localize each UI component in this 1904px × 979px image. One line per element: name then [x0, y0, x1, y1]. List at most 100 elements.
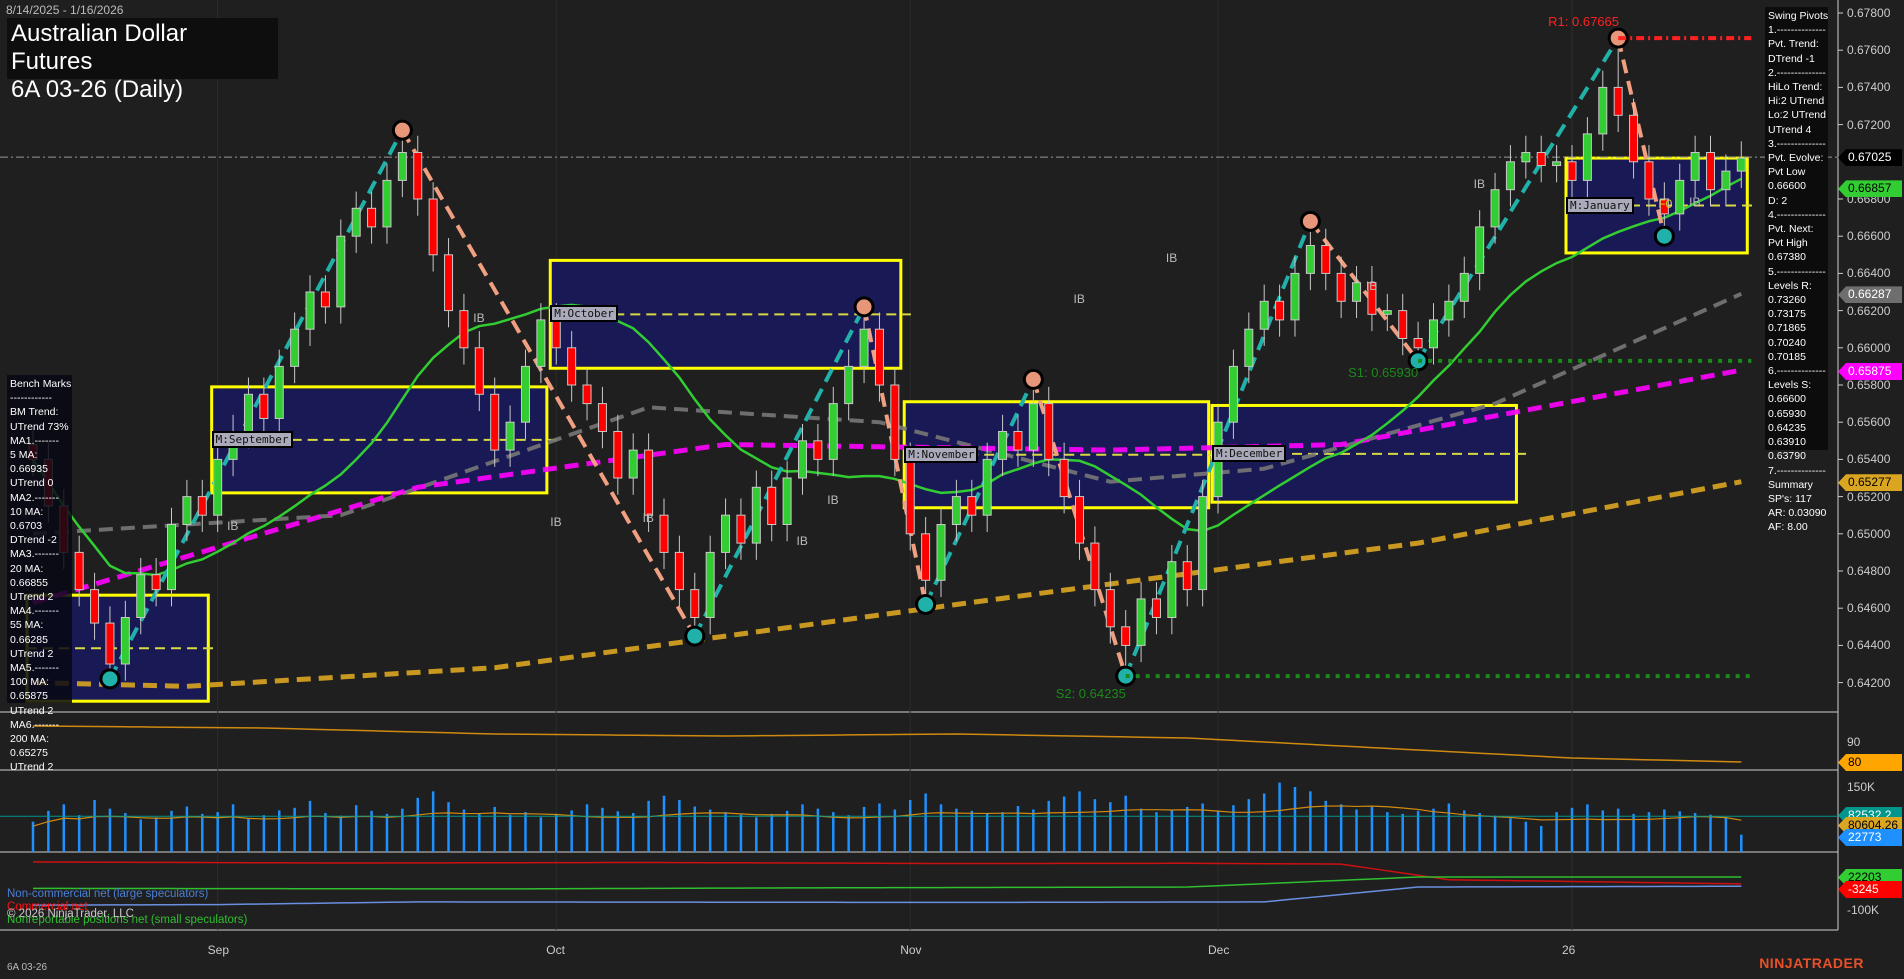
- candle-up: [1506, 162, 1514, 190]
- candle-down: [445, 255, 453, 311]
- candle-down: [1106, 590, 1114, 627]
- ib-label: IB: [1474, 177, 1485, 191]
- title-instrument: Australian Dollar Futures: [11, 20, 274, 76]
- candle-down: [321, 292, 329, 307]
- candle-down: [1630, 115, 1638, 162]
- panel-line: 0.65875: [10, 689, 69, 703]
- candle-down: [368, 208, 376, 227]
- price-tick-label: 0.66000: [1847, 341, 1890, 355]
- panel-line: MA5.-------: [10, 661, 69, 675]
- candle-up: [537, 320, 545, 367]
- price-tick-label: 0.67400: [1847, 80, 1890, 94]
- candle-down: [1322, 246, 1330, 274]
- panel-line: 0.71865: [1768, 321, 1825, 335]
- candle-up: [183, 497, 191, 525]
- candle-down: [737, 515, 745, 543]
- panel-line: 100 MA:: [10, 675, 69, 689]
- candle-down: [1276, 301, 1284, 320]
- panel-line: 6.--------------: [1768, 364, 1825, 378]
- candle-down: [106, 623, 114, 664]
- price-tick-label: 0.64600: [1847, 601, 1890, 615]
- panel-line: UTrend 4: [1768, 123, 1825, 137]
- ib-label: IB: [550, 515, 561, 529]
- moving-average-200-ma: [33, 482, 1741, 687]
- oscillator-axis-label: 90: [1847, 735, 1860, 749]
- monthly-box-label: M:December: [1212, 445, 1286, 462]
- candle-up: [860, 329, 868, 366]
- candle-down: [922, 534, 930, 581]
- oscillator-tag: 80: [1838, 754, 1902, 771]
- s2-label: S2: 0.64235: [1056, 686, 1126, 701]
- candle-down: [75, 552, 83, 589]
- candle-down: [429, 199, 437, 255]
- candle-down: [1014, 432, 1022, 451]
- candle-down: [968, 497, 976, 516]
- price-tag: 0.65277: [1838, 474, 1902, 491]
- candle-up: [629, 450, 637, 478]
- monthly-box-label: M:January: [1566, 197, 1634, 214]
- candle-down: [1337, 273, 1345, 301]
- candle-down: [460, 311, 468, 348]
- panel-line: 200 MA:: [10, 732, 69, 746]
- r1-label: R1: 0.67665: [1548, 14, 1619, 29]
- price-tick-label: 0.67600: [1847, 43, 1890, 57]
- panel-line: 20 MA:: [10, 562, 69, 576]
- price-tick-label: 0.65200: [1847, 490, 1890, 504]
- candle-up: [1599, 87, 1607, 133]
- panel-line: Hi:2 UTrend: [1768, 94, 1825, 108]
- candle-up: [706, 552, 714, 617]
- monthly-box-label: M:October: [550, 305, 618, 322]
- panel-line: 4.--------------: [1768, 208, 1825, 222]
- candle-down: [645, 450, 653, 515]
- panel-line: DTrend -1: [1768, 52, 1825, 66]
- candle-down: [491, 394, 499, 450]
- candle-down: [260, 394, 268, 418]
- candle-down: [568, 348, 576, 385]
- cot-commercial-line: [33, 862, 1741, 884]
- panel-line: UTrend 73%: [10, 420, 69, 434]
- swing-low-marker: [1655, 227, 1673, 245]
- moving-average-20: [33, 179, 1741, 575]
- candle-up: [845, 366, 853, 403]
- panel-line: 0.73260: [1768, 293, 1825, 307]
- price-tick-label: 0.65400: [1847, 452, 1890, 466]
- panel-line: D: 2: [1768, 194, 1825, 208]
- swing-down-leg: [1310, 221, 1418, 361]
- panel-line: 0.67380: [1768, 250, 1825, 264]
- candle-up: [1676, 180, 1684, 213]
- cot-axis-label: -100K: [1847, 903, 1879, 917]
- panel-line: 0.66285: [10, 633, 69, 647]
- panel-line: Levels S:: [1768, 378, 1825, 392]
- price-chart[interactable]: [0, 0, 1904, 979]
- candle-up: [521, 366, 529, 422]
- candle-up: [983, 459, 991, 515]
- panel-line: 0.73175: [1768, 307, 1825, 321]
- candle-down: [152, 575, 160, 590]
- price-tick-label: 0.64400: [1847, 638, 1890, 652]
- candle-down: [1537, 153, 1545, 166]
- candle-up: [1029, 404, 1037, 451]
- ib-label: IB: [797, 534, 808, 548]
- candle-up: [1291, 273, 1299, 320]
- candle-down: [1060, 459, 1068, 496]
- panel-line: 0.65930: [1768, 407, 1825, 421]
- x-axis-label: Dec: [1208, 943, 1229, 957]
- oscillator-line: [33, 726, 1741, 762]
- candle-down: [814, 441, 822, 460]
- candle-up: [1491, 190, 1499, 227]
- ib-label: IB: [827, 493, 838, 507]
- price-tag: 0.65875: [1838, 363, 1902, 380]
- candle-down: [1152, 599, 1160, 618]
- symbol-label: 6A 03-26: [7, 962, 47, 973]
- panel-line: 7.--------------: [1768, 464, 1825, 478]
- candle-up: [1722, 171, 1730, 190]
- chart-title: Australian Dollar Futures 6A 03-26 (Dail…: [7, 18, 278, 79]
- x-axis-label: 26: [1562, 943, 1575, 957]
- candle-down: [1707, 153, 1715, 190]
- candle-down: [1183, 562, 1191, 590]
- candle-up: [783, 478, 791, 525]
- candle-up: [829, 404, 837, 460]
- candle-up: [1445, 301, 1453, 320]
- ninjatrader-logo: NINJATRADER: [1759, 955, 1864, 971]
- candle-down: [906, 459, 914, 533]
